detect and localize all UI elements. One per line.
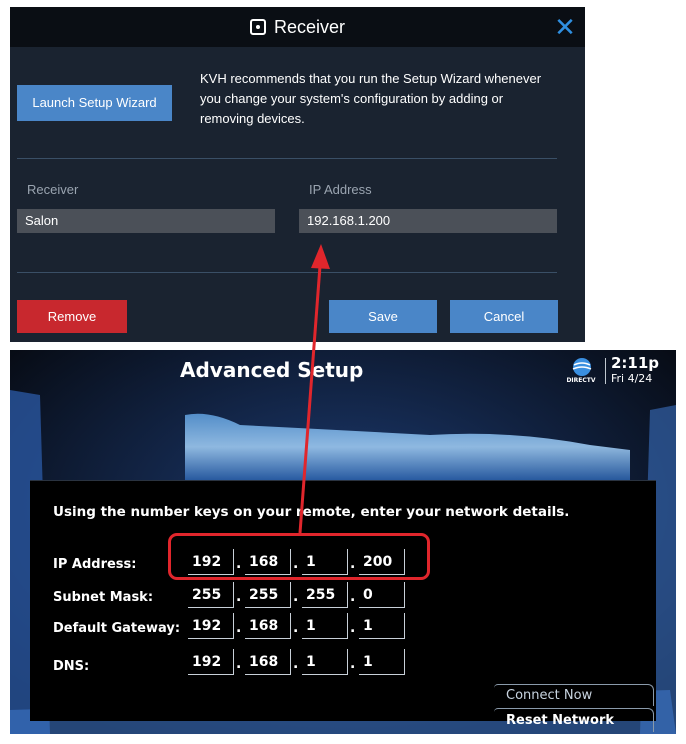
ip-address-row-label: IP Address: [53, 557, 137, 572]
subnet-octet-4[interactable]: 0 [359, 582, 405, 608]
octet-separator: . [236, 656, 242, 672]
dns-octet-1[interactable]: 192 [188, 649, 234, 675]
ip-address-highlight [168, 533, 430, 580]
subnet-octet-2[interactable]: 255 [245, 582, 291, 608]
octet-separator: . [350, 589, 356, 605]
gateway-octet-4[interactable]: 1 [359, 613, 405, 639]
octet-separator: . [236, 589, 242, 605]
dns-row-label: DNS: [53, 659, 90, 674]
octet-separator: . [350, 656, 356, 672]
advanced-setup-title: Advanced Setup [180, 358, 364, 382]
gateway-octet-3[interactable]: 1 [302, 613, 348, 639]
remove-button[interactable]: Remove [17, 300, 127, 333]
instructions-text: Using the number keys on your remote, en… [53, 504, 570, 520]
default-gateway-row-label: Default Gateway: [53, 621, 181, 636]
subnet-octet-1[interactable]: 255 [188, 582, 234, 608]
divider [17, 272, 557, 273]
gateway-octet-1[interactable]: 192 [188, 613, 234, 639]
reset-network-button[interactable]: Reset Network [494, 708, 654, 732]
octet-separator: . [236, 620, 242, 636]
cancel-button[interactable]: Cancel [450, 300, 558, 333]
octet-separator: . [293, 620, 299, 636]
receiver-label: Receiver [27, 182, 79, 197]
octet-separator: . [293, 589, 299, 605]
octet-separator: . [293, 656, 299, 672]
close-icon[interactable]: ✕ [551, 11, 579, 43]
dialog-title-text: Receiver [273, 17, 346, 37]
subnet-mask-row-label: Subnet Mask: [53, 590, 154, 605]
receiver-icon [249, 19, 266, 35]
connect-now-button[interactable]: Connect Now [494, 684, 654, 706]
clock-date: Fri 4/24 [611, 372, 653, 385]
subnet-octet-3[interactable]: 255 [302, 582, 348, 608]
clock-time: 2:11p [611, 354, 660, 372]
launch-setup-wizard-button[interactable]: Launch Setup Wizard [17, 85, 172, 121]
provider-name: DIRECTV [566, 377, 596, 384]
save-button[interactable]: Save [329, 300, 437, 333]
dialog-title: Receiver [10, 7, 585, 47]
divider [17, 158, 557, 159]
wizard-recommendation-text: KVH recommends that you run the Setup Wi… [200, 71, 542, 126]
clock-divider [605, 358, 606, 384]
ip-address-input[interactable]: 192.168.1.200 [299, 209, 557, 233]
dns-octet-3[interactable]: 1 [302, 649, 348, 675]
receiver-dialog: Receiver ✕ Launch Setup Wizard KVH recom… [10, 7, 585, 342]
octet-separator: . [350, 620, 356, 636]
receiver-name-input[interactable]: Salon [17, 209, 275, 233]
dns-octet-4[interactable]: 1 [359, 649, 405, 675]
ip-address-label: IP Address [309, 182, 372, 197]
dns-octet-2[interactable]: 168 [245, 649, 291, 675]
gateway-octet-2[interactable]: 168 [245, 613, 291, 639]
